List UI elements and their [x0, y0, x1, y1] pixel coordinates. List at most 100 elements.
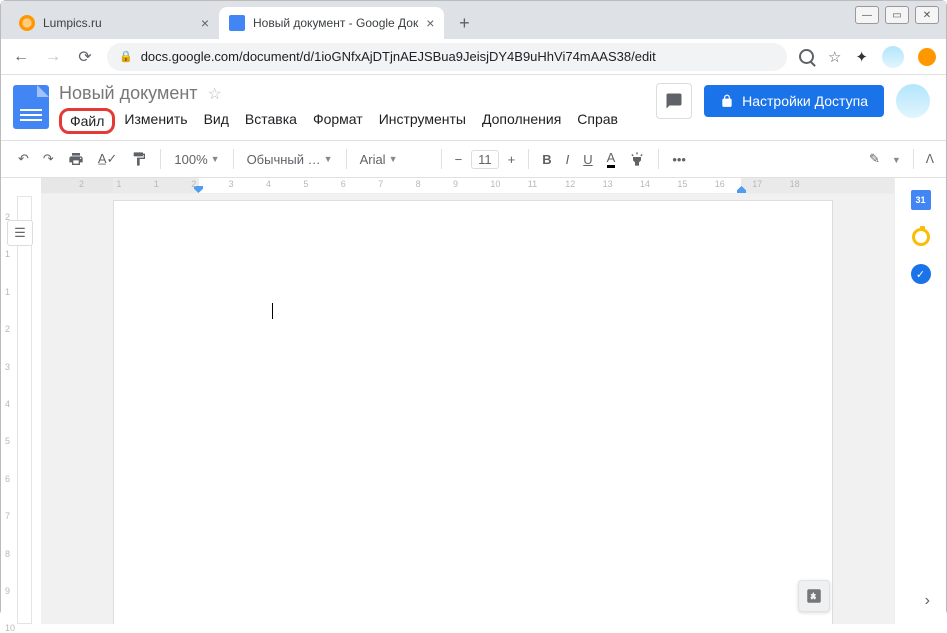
ruler-tick: 2 — [191, 179, 196, 189]
reload-button[interactable]: ⟳ — [75, 47, 95, 67]
outline-button[interactable]: ☰ — [7, 220, 33, 246]
new-tab-button[interactable]: + — [450, 9, 478, 37]
menu-edit[interactable]: Изменить — [117, 108, 194, 134]
underline-button[interactable]: U — [578, 149, 597, 170]
ruler-tick: 6 — [5, 474, 10, 484]
ruler-tick: 4 — [5, 399, 10, 409]
undo-button[interactable]: ↶ — [13, 148, 34, 170]
menu-addons[interactable]: Дополнения — [475, 108, 568, 134]
vertical-ruler: 2112345678910 ☰ — [1, 178, 41, 624]
ruler-tick: 1 — [5, 249, 10, 259]
editing-mode-button[interactable]: ✎▼ — [869, 151, 901, 167]
extensions-icon[interactable]: ✦ — [855, 48, 868, 66]
bold-button[interactable]: B — [537, 149, 556, 170]
menu-help[interactable]: Справ — [570, 108, 625, 134]
spellcheck-button[interactable]: A̲✓ — [93, 148, 123, 170]
menu-bar: Файл Изменить Вид Вставка Формат Инструм… — [59, 108, 646, 134]
ruler-tick: 4 — [266, 179, 271, 189]
horizontal-ruler[interactable]: 21123456789101112131415161718 — [41, 178, 894, 194]
zoom-select[interactable]: 100%▼ — [169, 149, 224, 170]
url-input[interactable]: 🔒 docs.google.com/document/d/1ioGNfxAjDT… — [107, 43, 787, 71]
calendar-icon[interactable] — [911, 190, 931, 210]
redo-button[interactable]: ↷ — [38, 148, 59, 170]
print-button[interactable] — [63, 148, 89, 170]
menu-format[interactable]: Формат — [306, 108, 370, 134]
ruler-tick: 13 — [603, 179, 613, 189]
keep-icon[interactable] — [912, 228, 930, 246]
text-cursor — [272, 303, 273, 319]
explore-button[interactable] — [798, 580, 830, 612]
font-size-increase[interactable]: + — [503, 149, 521, 170]
ruler-tick: 12 — [565, 179, 575, 189]
menu-file[interactable]: Файл — [59, 108, 115, 134]
hide-menus-button[interactable]: ᐱ — [926, 152, 934, 166]
bookmark-icon[interactable]: ☆ — [828, 48, 841, 66]
back-button[interactable]: ← — [11, 48, 31, 66]
tab-label: Lumpics.ru — [43, 16, 102, 30]
ruler-tick: 5 — [303, 179, 308, 189]
favicon-icon — [19, 15, 35, 31]
forward-button[interactable]: → — [43, 48, 63, 66]
font-size-decrease[interactable]: − — [450, 149, 468, 170]
font-select[interactable]: Arial▼ — [355, 149, 433, 170]
ruler-tick: 18 — [790, 179, 800, 189]
account-avatar[interactable] — [896, 84, 930, 118]
ruler-tick: 2 — [5, 324, 10, 334]
ruler-tick: 7 — [378, 179, 383, 189]
ruler-tick: 7 — [5, 511, 10, 521]
comment-icon — [665, 92, 683, 110]
font-size-input[interactable]: 11 — [471, 150, 499, 169]
browser-tab-docs[interactable]: Новый документ - Google Док × — [219, 7, 444, 39]
share-label: Настройки Доступа — [742, 93, 868, 109]
ruler-tick: 3 — [229, 179, 234, 189]
ruler-tick: 11 — [528, 179, 537, 189]
ruler-tick: 2 — [79, 179, 84, 189]
menu-insert[interactable]: Вставка — [238, 108, 304, 134]
workspace: 2112345678910 ☰ 211234567891011121314151… — [1, 178, 946, 624]
document-title[interactable]: Новый документ — [59, 83, 198, 104]
lock-icon: 🔒 — [119, 50, 133, 63]
ruler-tick: 1 — [154, 179, 159, 189]
ruler-tick: 8 — [5, 549, 10, 559]
style-select[interactable]: Обычный …▼ — [242, 149, 338, 170]
side-panel — [894, 178, 946, 624]
share-button[interactable]: Настройки Доступа — [704, 85, 884, 117]
window-minimize[interactable]: — — [855, 6, 879, 24]
more-button[interactable]: ••• — [667, 149, 691, 170]
close-icon[interactable]: × — [201, 15, 209, 31]
document-area: 21123456789101112131415161718 — [41, 178, 894, 624]
ruler-tick: 9 — [5, 586, 10, 596]
highlight-button[interactable] — [624, 148, 650, 170]
ruler-tick: 1 — [116, 179, 121, 189]
side-panel-toggle[interactable]: › — [925, 592, 930, 610]
page[interactable] — [113, 200, 833, 624]
ruler-tick: 10 — [490, 179, 500, 189]
window-maximize[interactable]: ▭ — [885, 6, 909, 24]
text-color-button[interactable]: A — [602, 147, 621, 171]
window-close[interactable]: ✕ — [915, 6, 939, 24]
menu-tools[interactable]: Инструменты — [372, 108, 473, 134]
ruler-tick: 17 — [752, 179, 762, 189]
comments-button[interactable] — [656, 83, 692, 119]
ruler-tick: 8 — [416, 179, 421, 189]
ruler-tick: 14 — [640, 179, 650, 189]
favicon-icon — [229, 15, 245, 31]
ruler-tick: 5 — [5, 436, 10, 446]
profile-avatar[interactable] — [882, 46, 904, 68]
paint-format-button[interactable] — [126, 148, 152, 170]
tab-strip: Lumpics.ru × Новый документ - Google Док… — [1, 1, 946, 39]
tasks-icon[interactable] — [911, 264, 931, 284]
ruler-tick: 9 — [453, 179, 458, 189]
ruler-tick: 6 — [341, 179, 346, 189]
docs-logo-icon[interactable] — [13, 85, 49, 129]
address-bar: ← → ⟳ 🔒 docs.google.com/document/d/1ioGN… — [1, 39, 946, 75]
search-icon[interactable] — [799, 49, 814, 64]
italic-button[interactable]: I — [561, 149, 575, 170]
browser-tab-lumpics[interactable]: Lumpics.ru × — [9, 7, 219, 39]
star-icon[interactable]: ☆ — [208, 84, 222, 104]
ruler-tick: 3 — [5, 362, 10, 372]
close-icon[interactable]: × — [426, 15, 434, 31]
lock-icon — [720, 94, 734, 108]
extension-icon[interactable] — [918, 48, 936, 66]
menu-view[interactable]: Вид — [197, 108, 236, 134]
